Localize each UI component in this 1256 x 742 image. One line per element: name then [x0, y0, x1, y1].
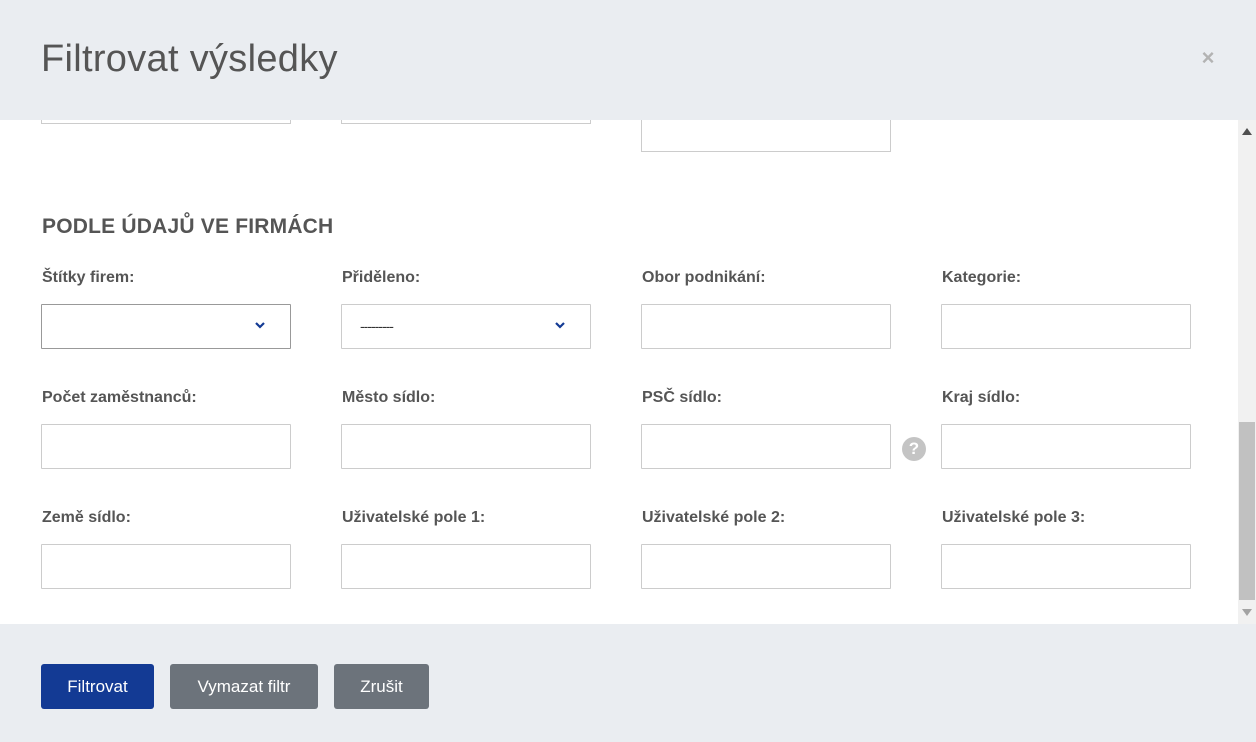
stitky-firem-select[interactable]	[41, 304, 291, 349]
kategorie-input[interactable]	[941, 304, 1191, 349]
scroll-down-arrow-icon[interactable]	[1242, 609, 1252, 616]
uzivatelske-pole-2-input[interactable]	[641, 544, 891, 589]
uzivatelske-pole-3-input[interactable]	[941, 544, 1191, 589]
partial-input[interactable]	[641, 120, 891, 152]
zeme-sidlo-input[interactable]	[41, 544, 291, 589]
scroll-up-arrow-icon[interactable]	[1242, 128, 1252, 135]
close-icon[interactable]: ×	[1198, 47, 1218, 69]
label-mesto-sidlo: Město sídlo:	[342, 389, 436, 406]
clear-filter-button[interactable]: Vymazat filtr	[170, 664, 318, 709]
modal-header: Filtrovat výsledky ×	[0, 0, 1256, 120]
prideleno-select[interactable]: ---------	[341, 304, 591, 349]
mesto-sidlo-input[interactable]	[341, 424, 591, 469]
label-kategorie: Kategorie:	[942, 269, 1022, 286]
label-psc-sidlo: PSČ sídlo:	[642, 389, 723, 406]
select-value: ---------	[360, 318, 394, 334]
label-kraj-sidlo: Kraj sídlo:	[942, 389, 1021, 406]
section-title: PODLE ÚDAJŮ VE FIRMÁCH	[42, 215, 334, 238]
label-uzivatelske-pole-1: Uživatelské pole 1:	[342, 509, 486, 526]
scrollbar[interactable]	[1238, 120, 1256, 624]
partial-input[interactable]	[341, 120, 591, 124]
label-prideleno: Přiděleno:	[342, 269, 421, 286]
modal-title: Filtrovat výsledky	[41, 38, 338, 80]
label-pocet-zamestnancu: Počet zaměstnanců:	[42, 389, 197, 406]
chevron-down-icon	[255, 322, 265, 329]
label-zeme-sidlo: Země sídlo:	[42, 509, 131, 526]
modal-footer: Filtrovat Vymazat filtr Zrušit	[0, 624, 1256, 742]
label-obor-podnikani: Obor podnikání:	[642, 269, 766, 286]
partial-input[interactable]	[41, 120, 291, 124]
filter-button[interactable]: Filtrovat	[41, 664, 154, 709]
modal-body: PODLE ÚDAJŮ VE FIRMÁCH Štítky firem: Při…	[0, 120, 1238, 624]
help-icon[interactable]: ?	[902, 437, 926, 461]
psc-sidlo-input[interactable]	[641, 424, 891, 469]
label-stitky-firem: Štítky firem:	[42, 269, 135, 286]
chevron-down-icon	[555, 322, 565, 329]
cancel-button[interactable]: Zrušit	[334, 664, 429, 709]
obor-podnikani-input[interactable]	[641, 304, 891, 349]
pocet-zamestnancu-input[interactable]	[41, 424, 291, 469]
scroll-thumb[interactable]	[1239, 422, 1255, 600]
kraj-sidlo-input[interactable]	[941, 424, 1191, 469]
label-uzivatelske-pole-2: Uživatelské pole 2:	[642, 509, 786, 526]
uzivatelske-pole-1-input[interactable]	[341, 544, 591, 589]
label-uzivatelske-pole-3: Uživatelské pole 3:	[942, 509, 1086, 526]
